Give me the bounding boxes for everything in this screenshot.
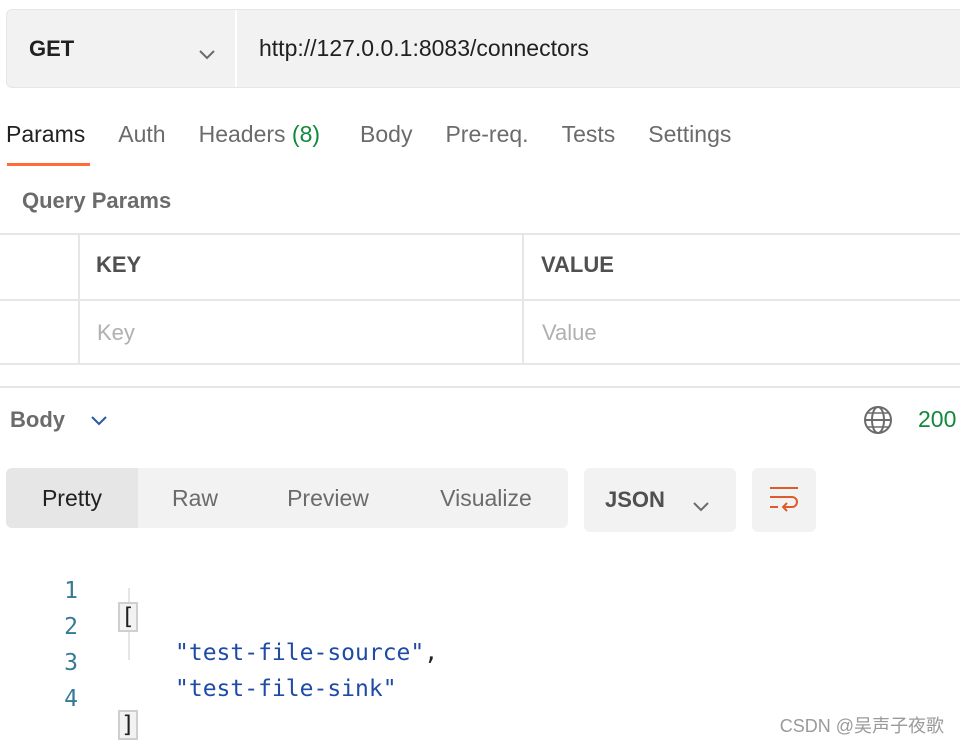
tab-label: Body bbox=[360, 121, 413, 147]
wrap-lines-button[interactable] bbox=[752, 468, 816, 532]
tab-label: Settings bbox=[648, 121, 732, 147]
tab-auth[interactable]: Auth bbox=[118, 118, 165, 168]
headers-count-badge: (8) bbox=[291, 121, 321, 147]
tab-settings[interactable]: Settings bbox=[648, 118, 731, 168]
column-divider bbox=[78, 235, 80, 299]
chevron-down-icon bbox=[198, 41, 216, 67]
value-column-header: VALUE bbox=[541, 252, 614, 277]
view-preview-button[interactable]: Preview bbox=[252, 468, 404, 528]
column-divider bbox=[522, 235, 524, 299]
tab-label: Tests bbox=[561, 121, 616, 147]
tab-body[interactable]: Body bbox=[360, 118, 412, 168]
chevron-down-icon[interactable] bbox=[90, 414, 108, 432]
code-line: 1 [ bbox=[0, 552, 600, 632]
code-line: 3 "test-file-sink" bbox=[0, 624, 600, 702]
view-visualize-button[interactable]: Visualize bbox=[404, 468, 568, 528]
request-tabs: Params Auth Headers (8) Body Pre-req. Te… bbox=[6, 118, 731, 168]
tab-label: Headers bbox=[198, 121, 286, 147]
param-key-input[interactable] bbox=[97, 311, 507, 355]
url-input[interactable] bbox=[237, 10, 960, 87]
response-divider bbox=[0, 386, 960, 388]
response-body-dropdown-label[interactable]: Body bbox=[10, 407, 65, 433]
param-value-input[interactable] bbox=[542, 311, 942, 355]
format-select[interactable]: JSON bbox=[584, 468, 736, 532]
query-params-table: KEY VALUE bbox=[0, 233, 960, 365]
line-number: 4 bbox=[64, 686, 78, 712]
column-divider bbox=[522, 301, 524, 363]
tab-label: Params bbox=[6, 121, 86, 147]
code-text: ] bbox=[118, 710, 138, 740]
code-line: 2 "test-file-source", bbox=[0, 588, 600, 666]
tab-label: Auth bbox=[118, 121, 166, 147]
tab-pre-request[interactable]: Pre-req. bbox=[445, 118, 528, 168]
tab-headers[interactable]: Headers (8) bbox=[199, 118, 320, 168]
method-select[interactable]: GET bbox=[7, 10, 237, 87]
method-label: GET bbox=[29, 35, 75, 61]
table-row bbox=[0, 299, 960, 365]
tab-label: Pre-req. bbox=[445, 121, 529, 147]
column-divider bbox=[78, 301, 80, 363]
chevron-down-icon bbox=[692, 493, 710, 519]
status-code: 200 bbox=[918, 406, 957, 432]
watermark: CSDN @吴声子夜歌 bbox=[779, 716, 944, 736]
tab-params[interactable]: Params bbox=[6, 118, 85, 168]
globe-icon[interactable] bbox=[862, 404, 894, 441]
active-tab-indicator bbox=[7, 163, 90, 166]
format-label: JSON bbox=[605, 487, 665, 512]
response-view-tabs: Pretty Raw Preview Visualize bbox=[6, 468, 568, 528]
view-raw-button[interactable]: Raw bbox=[138, 468, 252, 528]
table-header-row: KEY VALUE bbox=[0, 233, 960, 299]
query-params-title: Query Params bbox=[22, 188, 172, 213]
key-column-header: KEY bbox=[96, 252, 142, 277]
view-pretty-button[interactable]: Pretty bbox=[6, 468, 138, 528]
wrap-lines-icon bbox=[768, 484, 800, 517]
request-bar: GET bbox=[6, 9, 960, 88]
code-line: 4 ] bbox=[0, 660, 600, 740]
tab-tests[interactable]: Tests bbox=[562, 118, 616, 168]
